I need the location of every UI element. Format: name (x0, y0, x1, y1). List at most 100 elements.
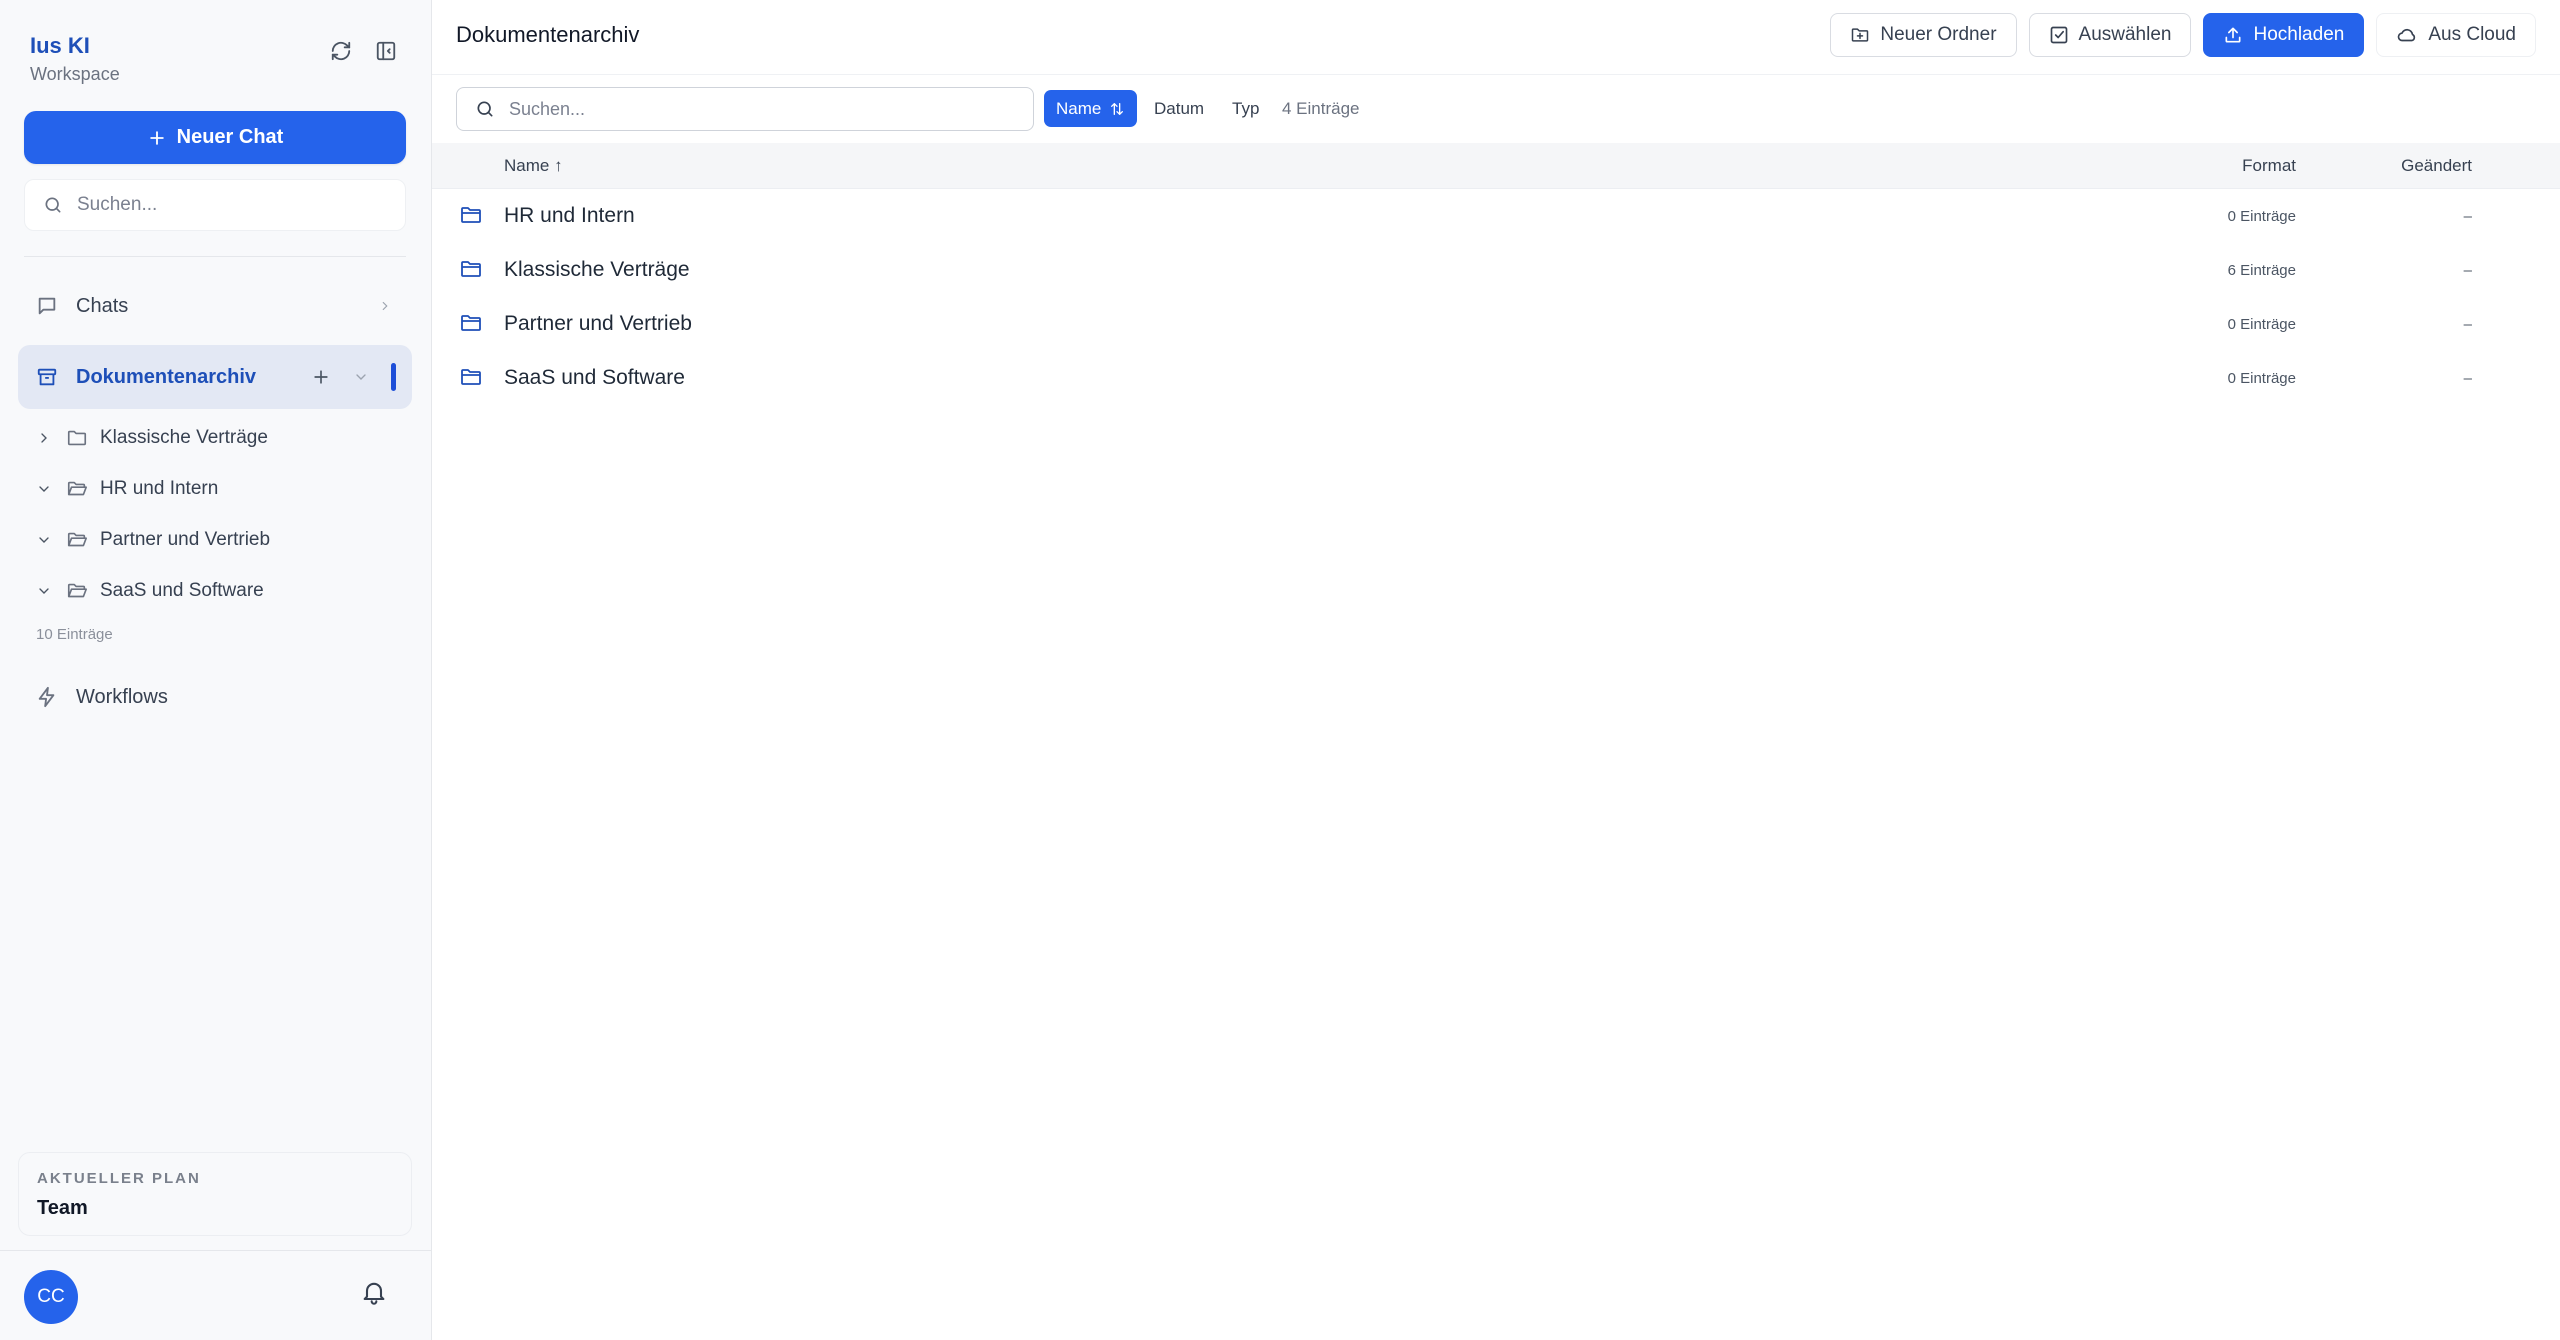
upload-button[interactable]: Hochladen (2203, 13, 2365, 57)
row-name: SaaS und Software (504, 366, 685, 389)
column-header-format[interactable]: Format (2242, 143, 2296, 189)
sidebar: Ius KI Workspace Neuer Chat Suchen... Ch… (0, 0, 432, 1340)
folder-open-icon (66, 478, 88, 500)
sidebar-panel-icon (375, 40, 397, 62)
from-cloud-button[interactable]: Aus Cloud (2376, 13, 2536, 57)
collapse-sidebar-button[interactable] (368, 33, 404, 69)
tree-item-saas-und-software[interactable]: SaaS und Software (36, 569, 406, 613)
table-row[interactable]: Partner und Vertrieb 0 Einträge – (432, 297, 2560, 351)
row-format: 0 Einträge (2227, 207, 2296, 225)
chevron-right-icon (378, 299, 392, 313)
chevron-down-icon[interactable] (36, 481, 54, 497)
tree-entry-count: 10 Einträge (36, 626, 113, 643)
select-button[interactable]: Auswählen (2028, 13, 2192, 57)
lightning-icon (36, 686, 58, 708)
sidebar-item-chats[interactable]: Chats (18, 277, 412, 335)
checkbox-icon (2049, 25, 2069, 45)
new-chat-button[interactable]: Neuer Chat (24, 111, 406, 164)
archive-search-input[interactable] (509, 98, 1009, 120)
add-folder-button[interactable] (311, 367, 331, 387)
search-icon (43, 195, 63, 215)
chevron-right-icon[interactable] (36, 430, 54, 446)
row-changed: – (2463, 261, 2472, 279)
sidebar-divider (24, 256, 406, 257)
chevron-down-icon[interactable] (353, 369, 369, 385)
tree-item-hr-und-intern[interactable]: HR und Intern (36, 467, 406, 511)
sidebar-bottom-divider (0, 1250, 432, 1251)
header-actions: Neuer Ordner Auswählen Hochladen Aus Clo… (1830, 13, 2536, 57)
table-header: Name ↑ Format Geändert (432, 143, 2560, 189)
avatar-initials: CC (37, 1286, 65, 1307)
row-format: 0 Einträge (2227, 315, 2296, 333)
sidebar-search-input[interactable] (77, 194, 377, 216)
avatar[interactable]: CC (24, 1270, 78, 1324)
sidebar-search (24, 179, 406, 231)
table-row[interactable]: HR und Intern 0 Einträge – (432, 189, 2560, 243)
brand-title: Ius KI (30, 33, 90, 58)
column-header-name[interactable]: Name ↑ (504, 143, 563, 189)
main-content: Dokumentenarchiv Neuer Ordner Auswählen … (432, 0, 2560, 1340)
refresh-button[interactable] (323, 33, 359, 69)
cloud-icon (2396, 24, 2418, 46)
sidebar-item-workflows[interactable]: Workflows (18, 668, 412, 726)
refresh-icon (330, 40, 352, 62)
row-changed: – (2463, 369, 2472, 387)
folder-plus-icon (1850, 25, 1870, 45)
page-title: Dokumentenarchiv (456, 22, 640, 47)
new-folder-label: Neuer Ordner (1880, 24, 1997, 45)
folder-icon (458, 365, 484, 389)
sort-name-label: Name (1056, 98, 1102, 118)
bell-icon (360, 1278, 388, 1306)
tree-item-label: HR und Intern (100, 478, 219, 499)
folder-open-icon (66, 580, 88, 602)
archive-icon (36, 366, 58, 388)
sort-by-name-button[interactable]: Name (1044, 90, 1138, 127)
brand-subtitle: Workspace (30, 64, 120, 84)
row-changed: – (2463, 315, 2472, 333)
folder-icon (458, 257, 484, 281)
folder-open-icon (66, 529, 88, 551)
entry-count: 4 Einträge (1282, 98, 1360, 118)
tree-item-label: Klassische Verträge (100, 427, 268, 448)
plan-label: AKTUELLER PLAN (37, 1170, 201, 1187)
row-name: HR und Intern (504, 204, 635, 227)
archive-actions (311, 345, 396, 409)
notifications-button[interactable] (360, 1278, 388, 1306)
table-row[interactable]: SaaS und Software 0 Einträge – (432, 351, 2560, 405)
tree-item-label: SaaS und Software (100, 580, 264, 601)
plus-icon (147, 128, 167, 148)
tree-item-klassische-vertraege[interactable]: Klassische Verträge (36, 416, 406, 460)
current-plan-card: AKTUELLER PLAN Team (18, 1152, 412, 1236)
folder-icon (458, 311, 484, 335)
new-chat-label: Neuer Chat (176, 126, 284, 148)
upload-icon (2223, 25, 2243, 45)
folder-icon (458, 203, 484, 227)
upload-label: Hochladen (2253, 24, 2345, 45)
header-divider (432, 74, 2560, 75)
column-header-changed[interactable]: Geändert (2401, 143, 2472, 189)
select-label: Auswählen (2078, 24, 2172, 45)
chat-bubble-icon (36, 295, 58, 317)
sort-by-date-button[interactable]: Datum (1154, 90, 1204, 127)
from-cloud-label: Aus Cloud (2428, 24, 2516, 45)
table-row[interactable]: Klassische Verträge 6 Einträge – (432, 243, 2560, 297)
chevron-down-icon[interactable] (36, 532, 54, 548)
folder-icon (66, 427, 88, 449)
archive-search (456, 87, 1034, 131)
sort-arrows-icon (1109, 101, 1125, 117)
new-folder-button[interactable]: Neuer Ordner (1830, 13, 2017, 57)
plan-value: Team (37, 1197, 88, 1219)
sidebar-item-label: Workflows (76, 685, 168, 708)
sidebar-item-label: Dokumentenarchiv (76, 365, 257, 388)
sidebar-item-label: Chats (76, 294, 129, 317)
row-name: Klassische Verträge (504, 258, 690, 281)
row-changed: – (2463, 207, 2472, 225)
search-icon (475, 99, 495, 119)
row-name: Partner und Vertrieb (504, 312, 692, 335)
active-indicator (391, 363, 396, 391)
chevron-down-icon[interactable] (36, 583, 54, 599)
sidebar-item-dokumentenarchiv[interactable]: Dokumentenarchiv (18, 345, 412, 409)
tree-item-partner-und-vertrieb[interactable]: Partner und Vertrieb (36, 518, 406, 562)
row-format: 6 Einträge (2227, 261, 2296, 279)
sort-by-type-button[interactable]: Typ (1232, 90, 1259, 127)
